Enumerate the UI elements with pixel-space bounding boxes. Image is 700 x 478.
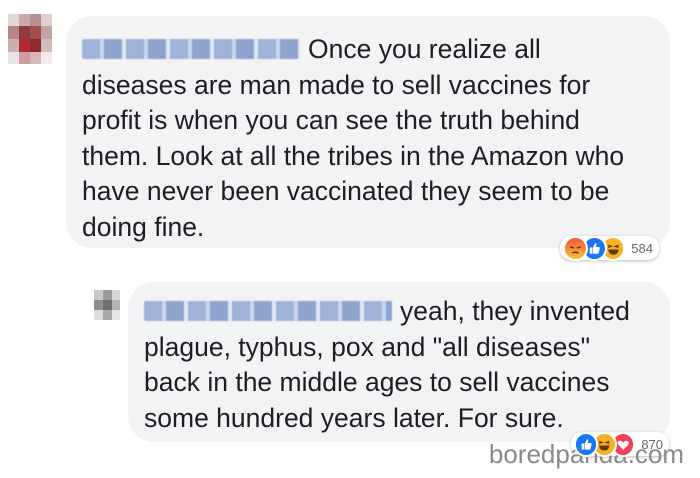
like-icon: [574, 431, 599, 457]
reply-bubble: yeah, they invented plague, typhus, pox …: [128, 282, 670, 442]
avatar[interactable]: [94, 290, 120, 320]
comment-bubble: Once you realize all diseases are man ma…: [66, 16, 670, 248]
avatar[interactable]: [8, 14, 52, 64]
author-name[interactable]: [144, 301, 392, 321]
author-name[interactable]: [82, 39, 300, 59]
reaction-count: 584: [631, 240, 653, 256]
comment-text: yeah, they invented plague, typhus, pox …: [144, 296, 630, 433]
comment-text: Once you realize all diseases are man ma…: [82, 34, 625, 242]
reaction-summary[interactable]: 584: [560, 235, 659, 261]
angry-icon: [563, 235, 588, 261]
